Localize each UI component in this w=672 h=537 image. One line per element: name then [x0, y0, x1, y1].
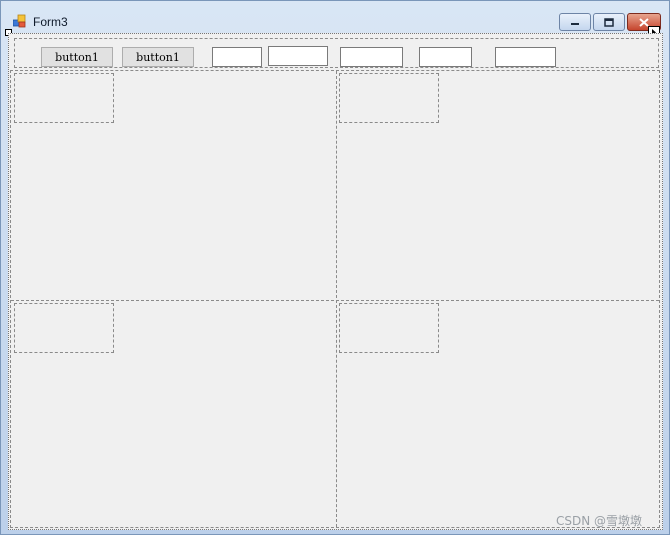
panel-top-left[interactable] [14, 73, 114, 123]
button1-second[interactable]: button1 [122, 47, 194, 67]
title-bar[interactable]: Form3 [1, 1, 669, 33]
minimize-icon [571, 23, 579, 25]
row-divider [11, 300, 659, 301]
textbox-3[interactable] [340, 47, 403, 67]
panel-bottom-left[interactable] [14, 303, 114, 353]
flow-layout-panel: button1 button1 [14, 38, 659, 68]
table-layout-panel [10, 70, 660, 528]
textbox-2[interactable] [268, 46, 328, 66]
maximize-icon [604, 17, 614, 27]
button1-first[interactable]: button1 [41, 47, 113, 67]
textbox-5[interactable] [495, 47, 556, 67]
form-window: Form3 button1 button1 [0, 0, 670, 535]
column-divider [336, 71, 337, 527]
panel-bottom-right[interactable] [339, 303, 439, 353]
textbox-4[interactable] [419, 47, 472, 67]
window-title: Form3 [33, 15, 68, 29]
form-client-area: button1 button1 [8, 33, 663, 530]
panel-top-right[interactable] [339, 73, 439, 123]
form-app-icon [12, 13, 27, 28]
maximize-button[interactable] [593, 13, 625, 31]
textbox-1[interactable] [212, 47, 262, 67]
watermark-text: CSDN @雪墩墩 [556, 514, 643, 528]
minimize-button[interactable] [559, 13, 591, 31]
